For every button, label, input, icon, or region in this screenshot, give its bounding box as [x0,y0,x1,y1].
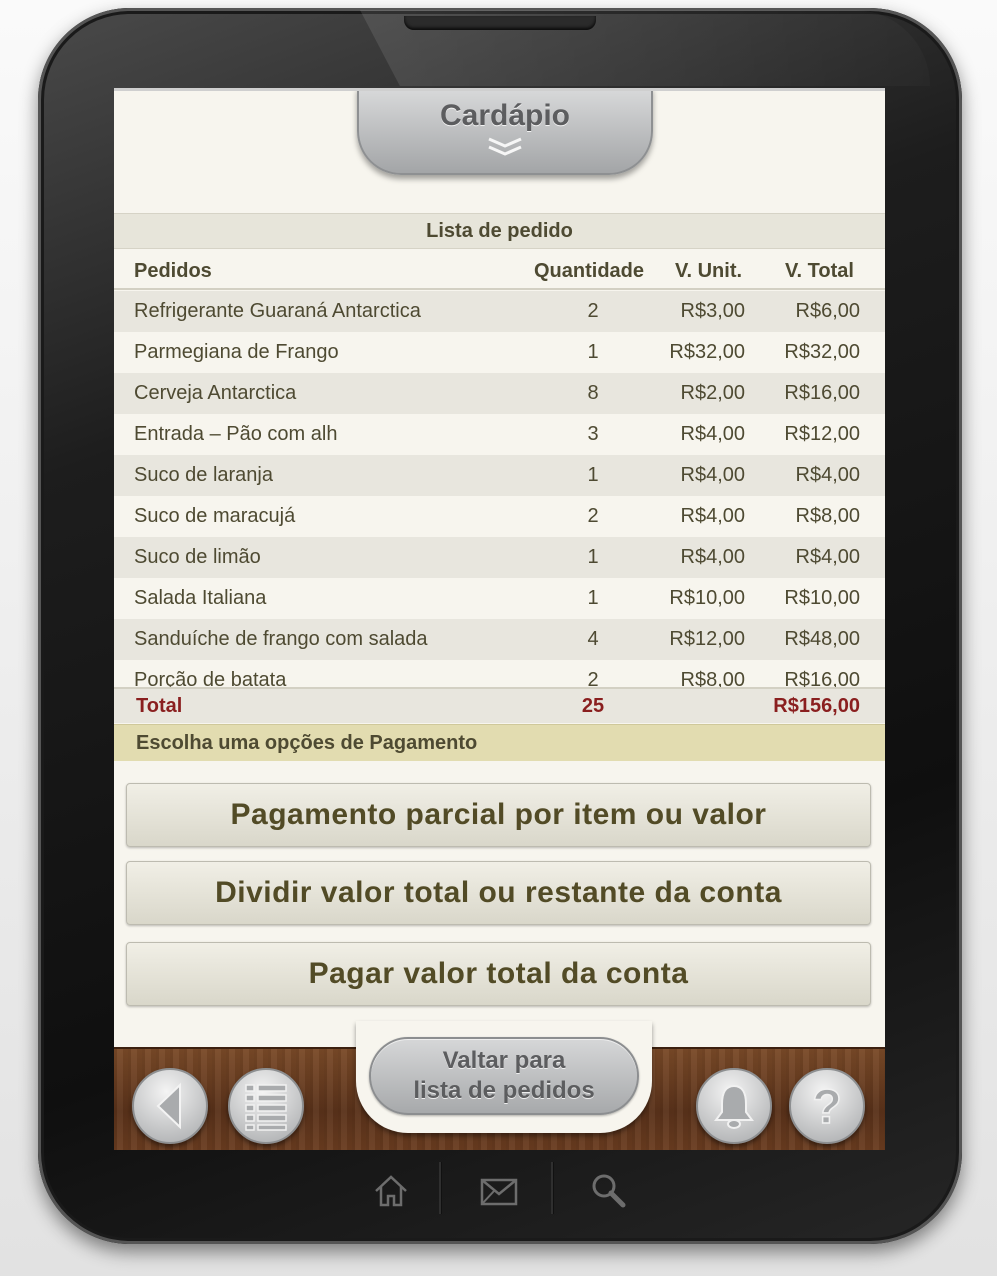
order-unit-price: R$3,00 [680,300,746,322]
question-mark-icon: ? [812,1081,843,1131]
order-quantity: 8 [587,382,599,404]
order-unit-price: R$32,00 [669,341,745,363]
order-total-price: R$4,00 [795,464,861,486]
back-to-list-line2: lista de pedidos [413,1077,595,1104]
order-total-price: R$48,00 [784,628,860,650]
table-row[interactable]: Refrigerante Guaraná Antarctica 2 R$3,00 R$… [114,291,885,332]
order-quantity: 3 [587,423,599,445]
hardware-divider [551,1162,553,1214]
order-total-price: R$12,00 [784,423,860,445]
order-quantity: 1 [587,546,599,568]
table-row[interactable]: Porção de batata 2 R$8,00 R$16,00 [114,660,885,687]
total-value: R$156,00 [773,695,860,717]
table-row[interactable]: Suco de limão 1 R$4,00 R$4,00 [114,537,885,578]
notification-button[interactable] [696,1068,772,1144]
order-total-price: R$10,00 [784,587,860,609]
mail-icon[interactable] [480,1178,518,1206]
order-quantity: 2 [587,505,599,527]
order-total-price: R$8,00 [795,505,861,527]
order-unit-price: R$2,00 [680,382,746,404]
pay-full-button[interactable]: Pagar valor total da conta [126,942,871,1006]
column-header-unit: V. Unit. [675,260,743,282]
help-button[interactable]: ? [789,1068,865,1144]
bell-icon [714,1084,754,1129]
order-name: Suco de maracujá [134,505,296,527]
order-name: Suco de limão [134,546,261,568]
order-quantity: 1 [587,341,599,363]
table-row[interactable]: Entrada – Pão com alh 3 R$4,00 R$12,00 [114,414,885,455]
order-unit-price: R$12,00 [669,628,745,650]
table-row[interactable]: Parmegiana de Frango 1 R$32,00 R$32,00 [114,332,885,373]
order-total-price: R$16,00 [784,382,860,404]
column-header-total: V. Total [785,260,854,282]
back-to-list-line1: Valtar para [442,1047,566,1074]
order-quantity: 2 [587,669,599,687]
total-label: Total [136,695,183,717]
menu-tab[interactable]: Cardápio [357,91,653,175]
search-icon[interactable] [590,1172,626,1208]
back-button[interactable] [132,1068,208,1144]
order-unit-price: R$4,00 [680,464,746,486]
order-name: Salada Italiana [134,587,267,609]
order-unit-price: R$10,00 [669,587,745,609]
back-arrow-icon [156,1082,181,1130]
total-row: Total 25 R$156,00 [114,687,885,723]
order-name: Sanduíche de frango com salada [134,628,428,650]
table-header: Pedidos Quantidade V. Unit. V. Total [114,250,885,290]
order-name: Refrigerante Guaraná Antarctica [134,300,421,322]
order-list-header: Lista de pedido [114,213,885,249]
svg-text:?: ? [812,1081,841,1131]
order-name: Suco de laranja [134,464,273,486]
table-row[interactable]: Suco de maracujá 2 R$4,00 R$8,00 [114,496,885,537]
tablet-speaker [404,16,596,30]
list-button[interactable] [228,1068,304,1144]
split-bill-button[interactable]: Dividir valor total ou restante da conta [126,861,871,925]
order-unit-price: R$8,00 [680,669,746,687]
partial-payment-button[interactable]: Pagamento parcial por item ou valor [126,783,871,847]
order-total-price: R$6,00 [795,300,861,322]
order-total-price: R$32,00 [784,341,860,363]
orders-list[interactable]: Refrigerante Guaraná Antarctica 2 R$3,00 R$… [114,291,885,687]
total-quantity: 25 [581,695,605,717]
order-unit-price: R$4,00 [680,505,746,527]
table-row[interactable]: Cerveja Antarctica 8 R$2,00 R$16,00 [114,373,885,414]
order-total-price: R$4,00 [795,546,861,568]
order-name: Parmegiana de Frango [134,341,339,363]
table-row[interactable]: Sanduíche de frango com salada 4 R$12,00 R$… [114,619,885,660]
order-name: Porção de batata [134,669,287,687]
column-header-quantity: Quantidade [534,260,645,282]
order-quantity: 1 [587,464,599,486]
table-row[interactable]: Salada Italiana 1 R$10,00 R$10,00 [114,578,885,619]
order-quantity: 1 [587,587,599,609]
order-name: Entrada – Pão com alh [134,423,338,445]
list-icon [245,1084,287,1131]
order-quantity: 2 [587,300,599,322]
page-title: Cardápio [439,99,571,132]
chevron-down-icon [488,137,522,156]
order-unit-price: R$4,00 [680,546,746,568]
app-screen: Cardápio Lista de pedido Pedidos Quantid… [114,88,885,1150]
order-name: Cerveja Antarctica [134,382,297,404]
order-quantity: 4 [587,628,599,650]
payment-options-header: Escolha uma opções de Pagamento [114,724,885,761]
order-unit-price: R$4,00 [680,423,746,445]
table-row[interactable]: Suco de laranja 1 R$4,00 R$4,00 [114,455,885,496]
hardware-divider [439,1162,441,1214]
home-icon[interactable] [372,1172,410,1210]
order-total-price: R$16,00 [784,669,860,687]
column-header-name: Pedidos [134,260,212,282]
back-to-order-list-button[interactable]: Valtar para lista de pedidos [369,1037,639,1115]
